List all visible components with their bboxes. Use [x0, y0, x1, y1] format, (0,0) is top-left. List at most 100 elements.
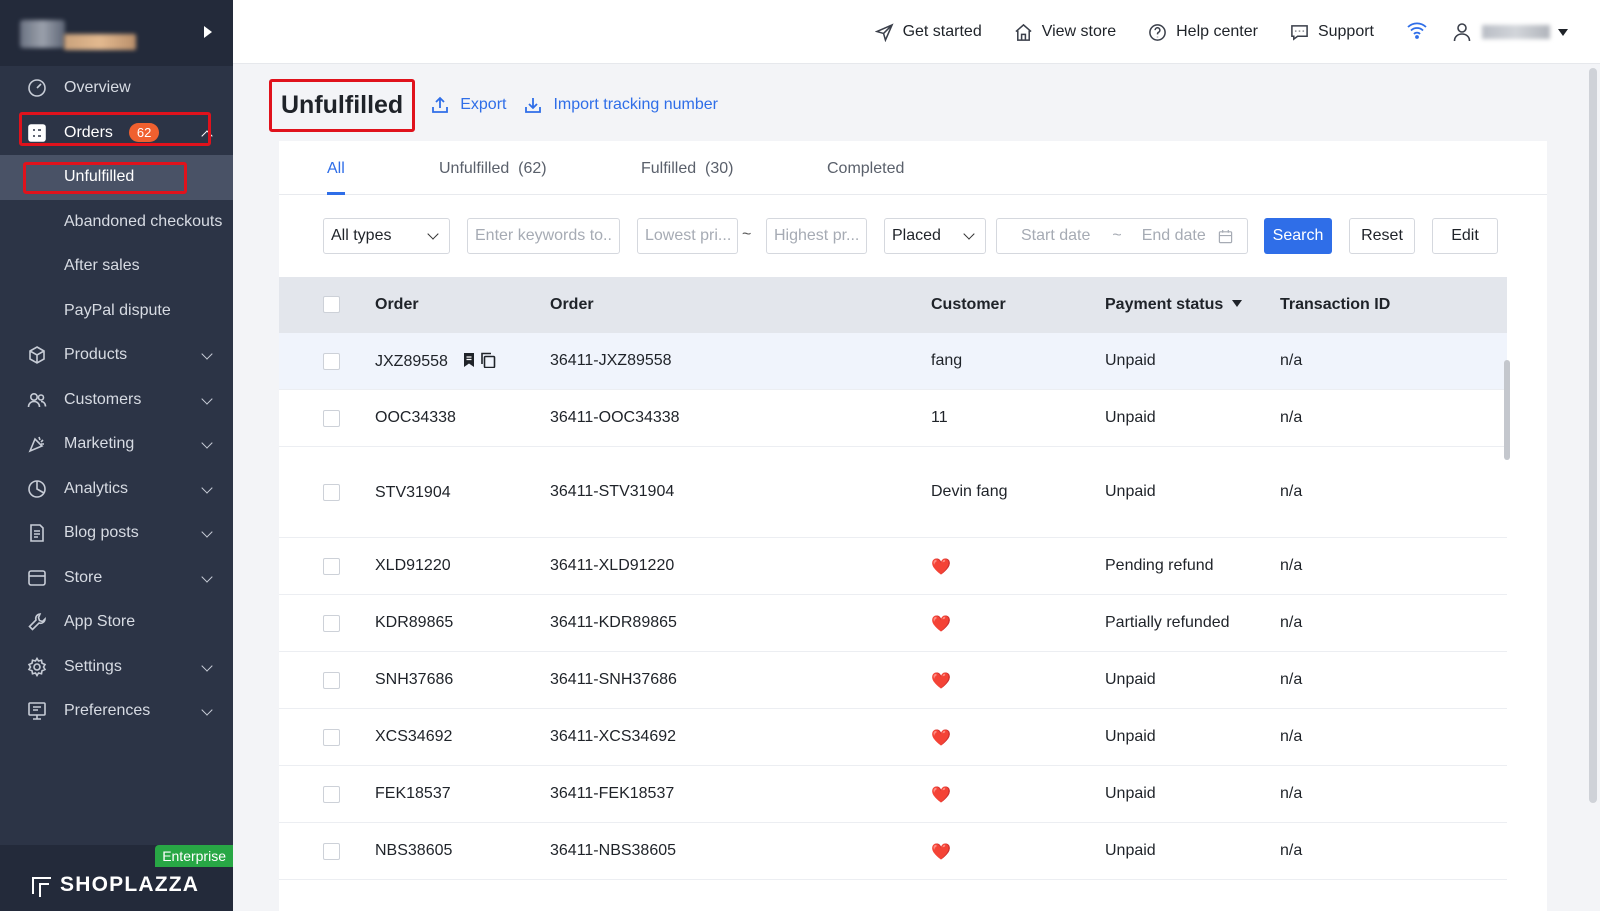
home-icon — [1015, 23, 1032, 41]
sidebar-item-label: App Store — [64, 613, 136, 631]
row-checkbox[interactable] — [323, 410, 340, 427]
table-row[interactable]: JXZ89558 36411-JXZ89558 fang Unpaid n/a — [279, 333, 1507, 390]
copy-icon[interactable] — [480, 352, 496, 368]
transaction-id-cell: n/a — [1280, 352, 1303, 369]
tab-completed[interactable]: Completed — [827, 141, 904, 195]
highest-price-input[interactable] — [774, 227, 859, 245]
sidebar-item-store[interactable]: Store — [0, 556, 233, 601]
date-type-select[interactable]: Placed — [884, 218, 986, 254]
export-link[interactable]: Export — [431, 96, 506, 114]
enterprise-badge: Enterprise — [155, 845, 233, 867]
reset-button[interactable]: Reset — [1349, 218, 1415, 254]
order-cell[interactable]: XLD91220 — [375, 557, 451, 575]
sidebar-subitem-paypal-dispute[interactable]: PayPal dispute — [0, 289, 233, 334]
table-row[interactable]: FEK18537 36411-FEK18537 ❤️ Unpaid n/a — [279, 766, 1507, 823]
import-tracking-link[interactable]: Import tracking number — [524, 96, 718, 114]
sidebar-subitem-after-sales[interactable]: After sales — [0, 244, 233, 289]
row-checkbox[interactable] — [323, 786, 340, 803]
highest-price-field[interactable] — [766, 218, 867, 254]
order-cell[interactable]: JXZ89558 — [375, 352, 499, 371]
customer-cell: ❤️ — [931, 730, 951, 747]
customer-cell: ❤️ — [931, 673, 951, 690]
view-store-link[interactable]: View store — [1014, 23, 1116, 42]
order-cell[interactable]: STV31904 — [375, 484, 451, 502]
support-link[interactable]: Support — [1290, 23, 1374, 42]
sidebar-subitem-abandoned[interactable]: Abandoned checkouts — [0, 200, 233, 245]
col-transaction-id[interactable]: Transaction ID — [1280, 296, 1390, 314]
note-icon[interactable] — [461, 352, 477, 368]
storefront-icon — [27, 568, 47, 588]
sidebar-item-orders[interactable]: Orders 62 — [0, 111, 233, 156]
order-cell[interactable]: OOC34338 — [375, 409, 456, 427]
table-scrollbar-thumb[interactable] — [1504, 360, 1510, 460]
expand-arrow-icon[interactable] — [204, 26, 212, 38]
customer-cell: ❤️ — [931, 559, 951, 576]
sidebar-item-app-store[interactable]: App Store — [0, 600, 233, 645]
box-icon — [27, 345, 47, 365]
lowest-price-input[interactable] — [645, 227, 730, 245]
lowest-price-field[interactable] — [637, 218, 738, 254]
order-cell[interactable]: FEK18537 — [375, 785, 451, 803]
row-checkbox[interactable] — [323, 672, 340, 689]
user-menu[interactable] — [1452, 22, 1568, 42]
col-payment-status[interactable]: Payment status — [1105, 296, 1242, 314]
col-order-number[interactable]: Order — [550, 296, 594, 314]
select-all-checkbox[interactable] — [323, 296, 340, 313]
order-cell[interactable]: SNH37686 — [375, 671, 453, 689]
order-number-cell: 36411-JXZ89558 — [550, 352, 672, 369]
keywords-field[interactable] — [467, 218, 620, 254]
table-row[interactable]: XLD91220 36411-XLD91220 ❤️ Pending refun… — [279, 538, 1507, 595]
payment-status-cell: Unpaid — [1105, 352, 1156, 369]
row-checkbox[interactable] — [323, 353, 340, 370]
col-customer[interactable]: Customer — [931, 296, 1006, 314]
row-checkbox[interactable] — [323, 484, 340, 501]
col-order[interactable]: Order — [375, 296, 419, 314]
order-cell[interactable]: NBS38605 — [375, 842, 452, 860]
orders-table: Order Order Customer Payment status Tran… — [279, 277, 1507, 880]
order-cell[interactable]: KDR89865 — [375, 614, 453, 632]
table-row[interactable]: XCS34692 36411-XCS34692 ❤️ Unpaid n/a — [279, 709, 1507, 766]
type-select[interactable]: All types — [323, 218, 450, 254]
sidebar-item-preferences[interactable]: Preferences — [0, 689, 233, 734]
page-scrollbar[interactable] — [1586, 64, 1600, 911]
store-switcher[interactable] — [0, 0, 233, 66]
sidebar-subitem-unfulfilled[interactable]: Unfulfilled — [0, 155, 233, 200]
subitem-label: Abandoned checkouts — [64, 212, 223, 230]
transaction-id-cell: n/a — [1280, 671, 1303, 688]
row-checkbox[interactable] — [323, 843, 340, 860]
table-row[interactable]: NBS38605 36411-NBS38605 ❤️ Unpaid n/a — [279, 823, 1507, 880]
sidebar-item-settings[interactable]: Settings — [0, 645, 233, 690]
table-row[interactable]: SNH37686 36411-SNH37686 ❤️ Unpaid n/a — [279, 652, 1507, 709]
row-checkbox[interactable] — [323, 558, 340, 575]
sort-caret-icon[interactable] — [1231, 300, 1242, 307]
sidebar-item-products[interactable]: Products — [0, 333, 233, 378]
page-scrollbar-thumb[interactable] — [1589, 68, 1597, 803]
keywords-input[interactable] — [475, 227, 612, 245]
get-started-link[interactable]: Get started — [874, 22, 982, 42]
sidebar-item-customers[interactable]: Customers — [0, 378, 233, 423]
search-button[interactable]: Search — [1264, 218, 1332, 254]
sidebar-item-analytics[interactable]: Analytics — [0, 467, 233, 512]
table-row[interactable]: KDR89865 36411-KDR89865 ❤️ Partially ref… — [279, 595, 1507, 652]
wrench-icon — [27, 612, 47, 632]
sidebar-item-blog-posts[interactable]: Blog posts — [0, 511, 233, 556]
table-row[interactable]: OOC34338 36411-OOC34338 11 Unpaid n/a — [279, 390, 1507, 447]
transaction-id-cell: n/a — [1280, 728, 1303, 745]
row-checkbox[interactable] — [323, 729, 340, 746]
tab-fulfilled[interactable]: Fulfilled (30) — [641, 141, 733, 195]
users-icon — [27, 390, 47, 410]
sidebar: Overview Orders 62 Unfulfilled Abandoned… — [0, 0, 233, 911]
sidebar-item-label: Store — [64, 568, 103, 586]
order-cell[interactable]: XCS34692 — [375, 728, 452, 746]
wifi-icon[interactable] — [1406, 19, 1428, 46]
sidebar-item-marketing[interactable]: Marketing — [0, 422, 233, 467]
tab-unfulfilled[interactable]: Unfulfilled (62) — [439, 141, 547, 195]
help-center-link[interactable]: Help center — [1148, 23, 1258, 42]
edit-button[interactable]: Edit — [1432, 218, 1498, 254]
table-row[interactable]: STV31904 36411-STV31904 Devin fang Unpai… — [279, 447, 1507, 538]
row-checkbox[interactable] — [323, 615, 340, 632]
date-range-picker[interactable]: Start date ~ End date — [996, 218, 1248, 254]
tab-all[interactable]: All — [327, 141, 345, 195]
payment-status-cell: Unpaid — [1105, 483, 1156, 500]
sidebar-item-overview[interactable]: Overview — [0, 66, 233, 111]
